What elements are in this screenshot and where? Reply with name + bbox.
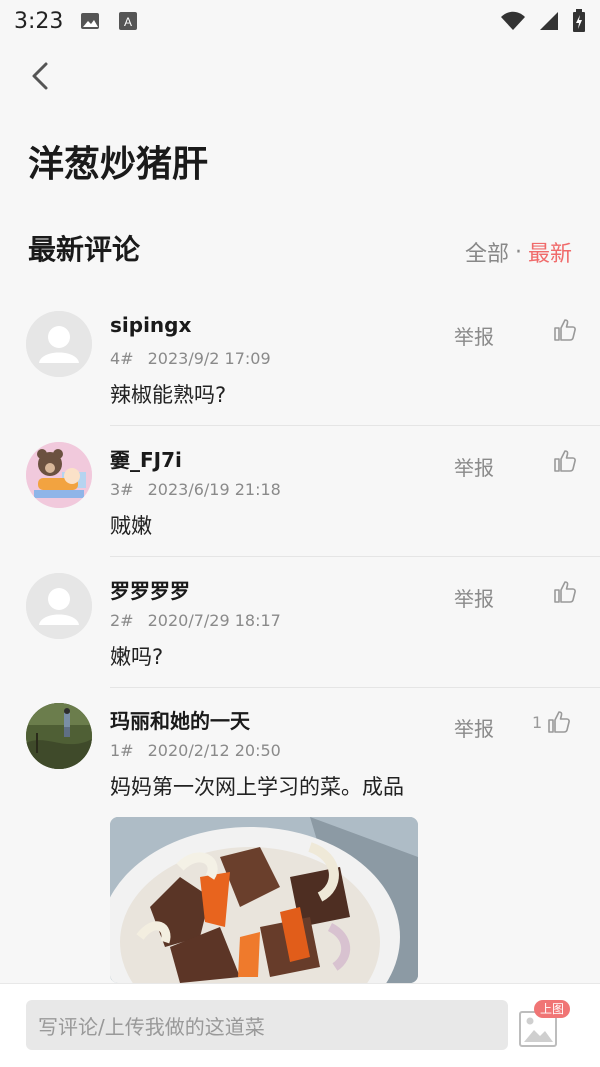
floor-number: 1# [110,741,134,760]
upload-badge: 上图 [534,1000,571,1018]
divider [110,425,600,426]
avatar[interactable] [26,703,92,769]
a-icon: A [117,10,139,32]
status-bar: 3:23 A [0,0,600,42]
comment-meta: 4# 2023/9/2 17:09 [110,349,271,368]
username[interactable]: 嫑_FJ7i [110,444,182,473]
floor-number: 4# [110,349,134,368]
like-button[interactable] [548,448,578,474]
thumbs-up-icon [548,711,571,733]
page-title: 洋葱炒猪肝 [28,144,209,185]
thumbs-up-icon [554,319,576,341]
back-icon [32,62,48,90]
comment-input[interactable]: 写评论/上传我做的这道菜 [26,1000,508,1050]
back-button[interactable] [24,58,60,94]
comment-time: 2020/7/29 18:17 [147,611,281,630]
username[interactable]: 玛丽和她的一天 [110,705,250,734]
image-icon [79,10,101,32]
avatar[interactable] [26,442,92,508]
comment-meta: 2# 2020/7/29 18:17 [110,611,281,630]
avatar[interactable] [26,573,92,639]
sort-all-tab[interactable]: 全部 [465,236,509,268]
comments-section-title: 最新评论 [28,233,141,266]
report-button[interactable]: 举报 [454,321,494,350]
comment-meta: 3# 2023/6/19 21:18 [110,480,281,499]
username[interactable]: 罗罗罗罗 [110,575,190,604]
like-count: 1 [532,712,543,732]
comment-photo[interactable] [110,817,418,983]
comment-time: 2023/9/2 17:09 [147,349,271,368]
like-button[interactable] [548,579,578,605]
username[interactable]: sipingx [110,313,191,337]
report-button[interactable]: 举报 [454,713,494,742]
like-button[interactable] [548,317,578,343]
sort-switch: 全部 · 最新 [465,236,572,268]
comment-text: 辣椒能熟吗? [110,383,227,407]
battery-icon [572,9,586,33]
divider [110,687,600,688]
comment-meta: 1# 2020/2/12 20:50 [110,741,281,760]
signal-icon [538,10,560,32]
floor-number: 2# [110,611,134,630]
comment-time: 2020/2/12 20:50 [147,741,281,760]
comment-text: 贼嫩 [110,514,152,538]
report-button[interactable]: 举报 [454,452,494,481]
sort-separator: · [514,239,522,265]
wifi-icon [500,10,526,32]
svg-text:A: A [124,15,132,29]
comment-text: 妈妈第一次网上学习的菜。成品 [110,775,404,799]
floor-number: 3# [110,480,134,499]
status-time: 3:23 [14,8,64,34]
report-button[interactable]: 举报 [454,583,494,612]
comment-text: 嫩吗? [110,645,164,669]
comment-composer-bar: 写评论/上传我做的这道菜 [0,983,600,1067]
divider [110,556,600,557]
sort-latest-tab[interactable]: 最新 [528,236,572,268]
thumbs-up-icon [554,581,576,603]
comment-time: 2023/6/19 21:18 [147,480,281,499]
like-button[interactable]: 1 [532,709,572,735]
avatar[interactable] [26,311,92,377]
thumbs-up-icon [554,450,576,472]
